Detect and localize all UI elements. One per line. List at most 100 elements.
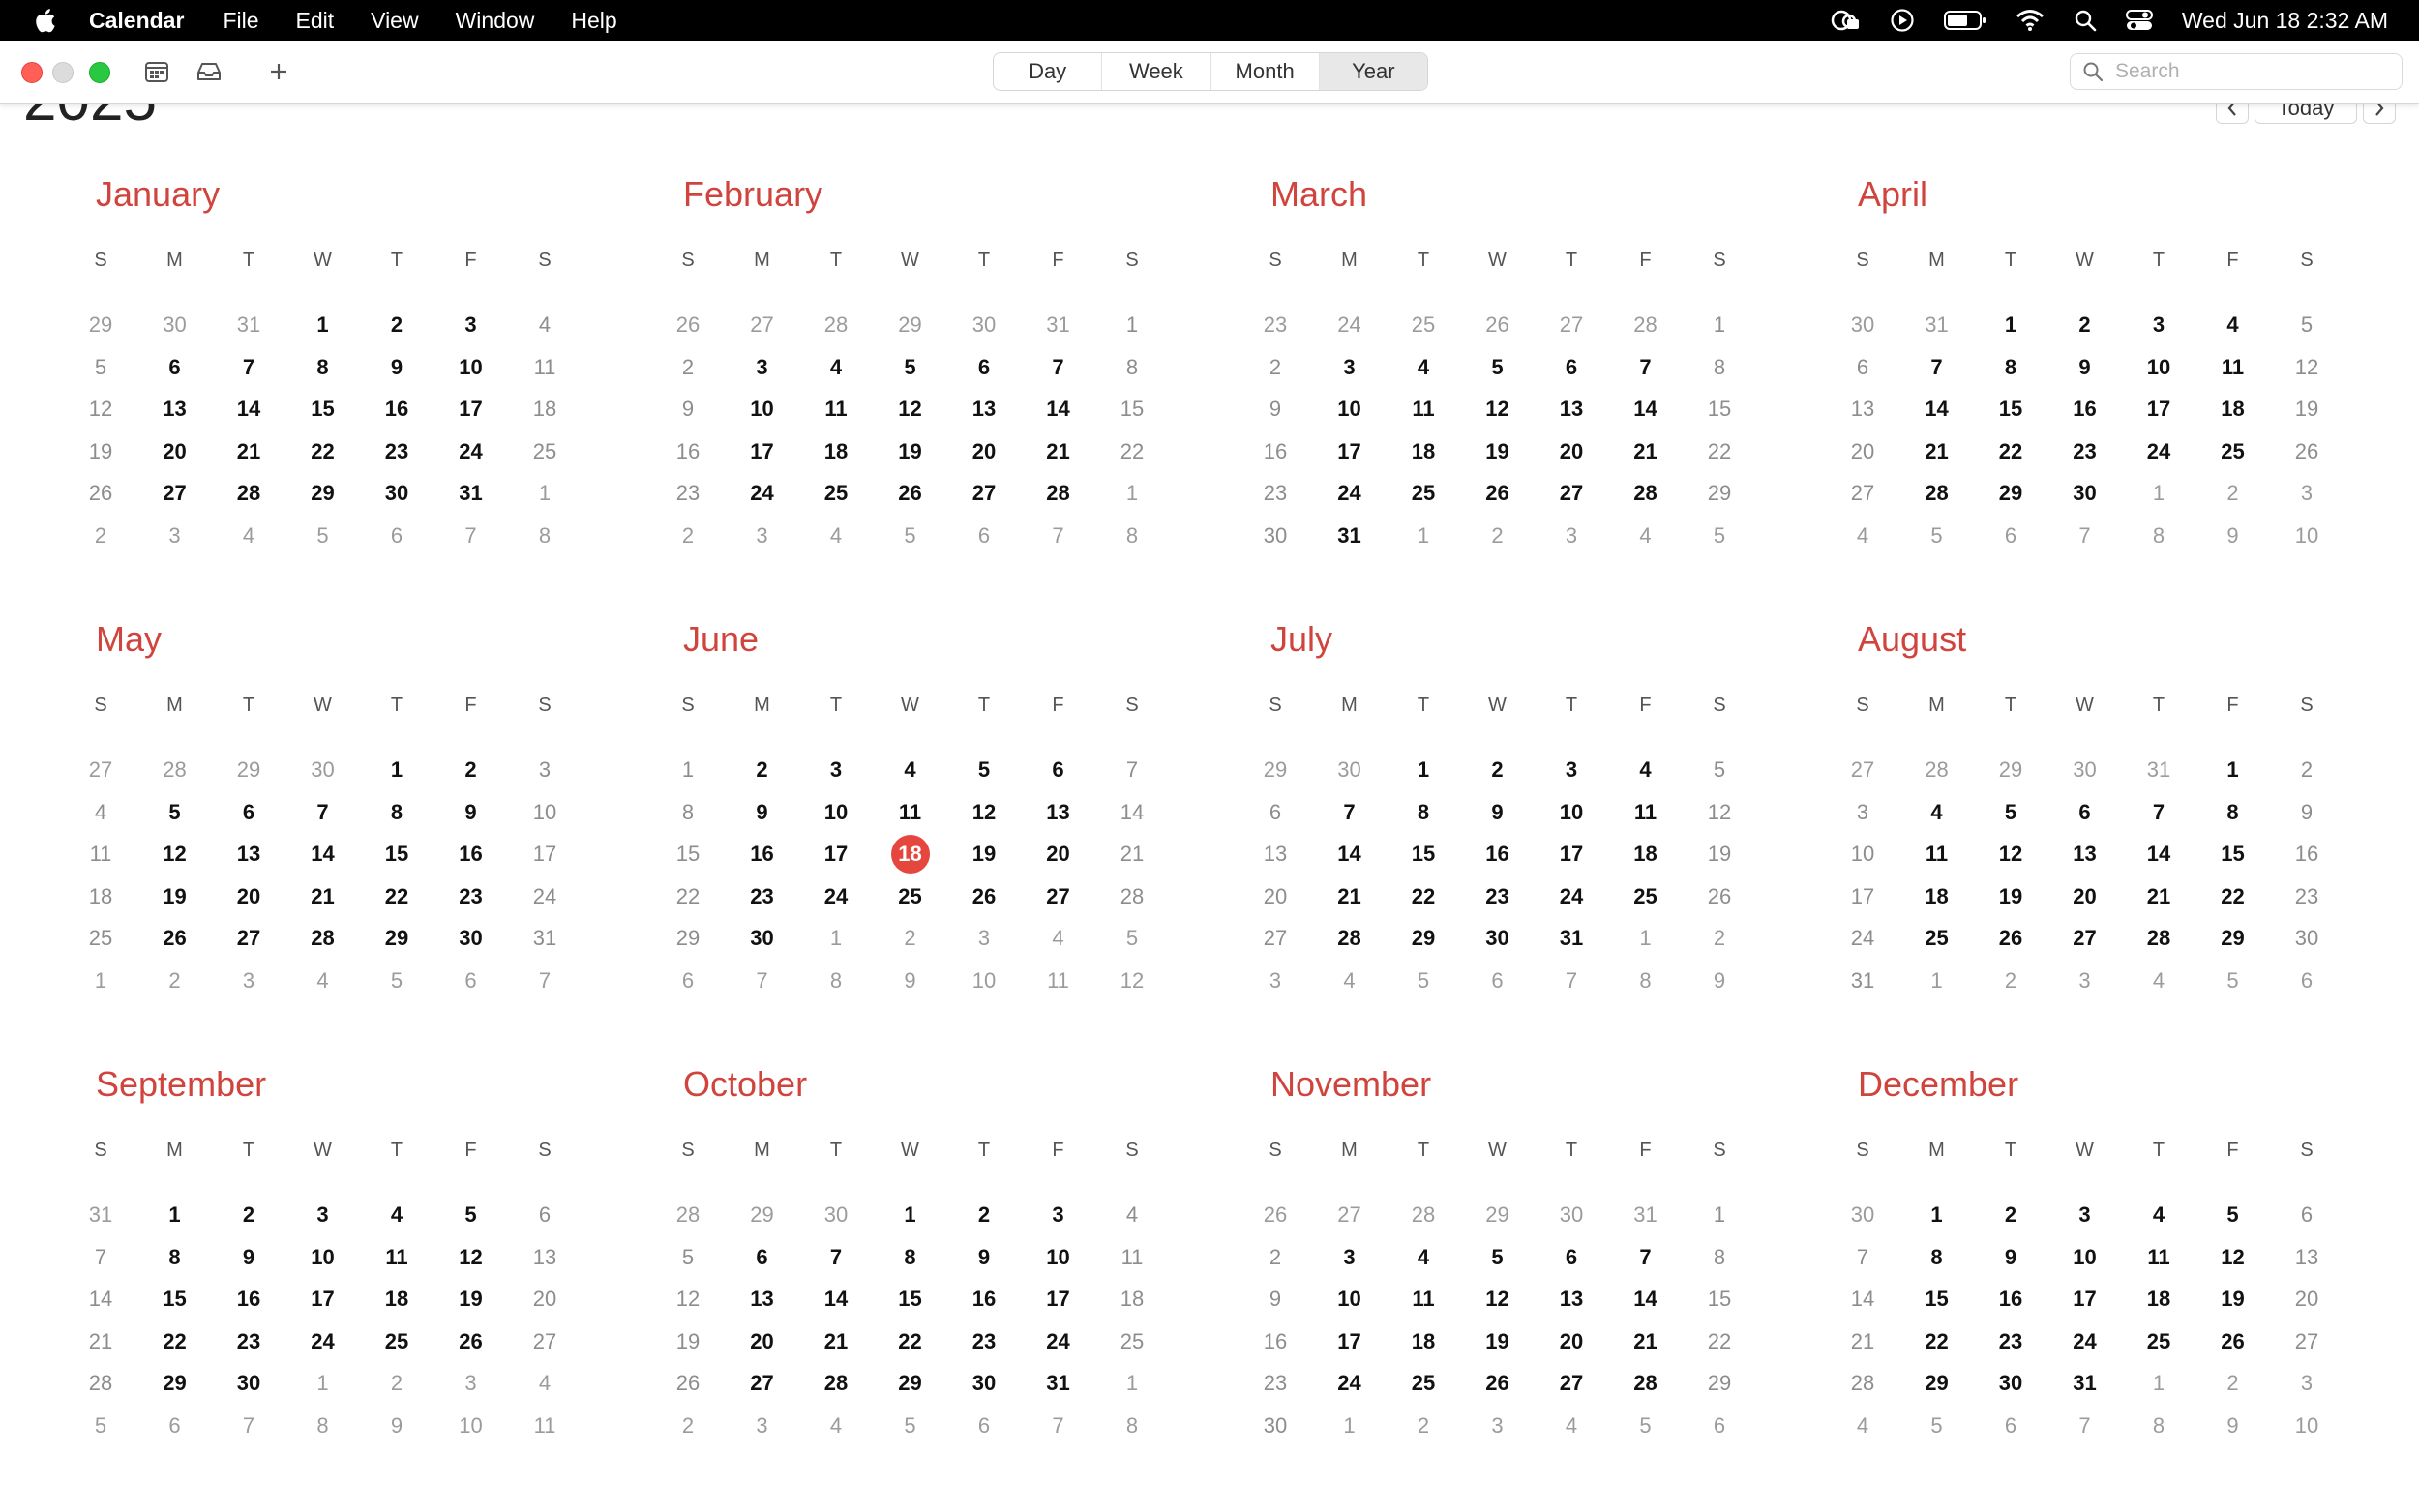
weekend-day[interactable]: 17 (521, 837, 569, 872)
month-day[interactable]: 4 (1913, 795, 1961, 830)
adjacent-month-day[interactable]: 9 (886, 964, 935, 998)
month-september[interactable]: September S M T W T F S 31 1 2 3 4 5 6 7 8 9 10 11 12 13 14 15 1… (89, 1064, 638, 1470)
adjacent-month-day[interactable]: 6 (664, 964, 712, 998)
weekend-day[interactable]: 18 (76, 879, 125, 914)
month-day[interactable]: 9 (447, 795, 495, 830)
month-day[interactable]: 16 (224, 1282, 273, 1317)
month-day[interactable]: 12 (447, 1240, 495, 1275)
month-day[interactable]: 24 (738, 476, 787, 511)
month-day[interactable]: 5 (447, 1198, 495, 1232)
adjacent-month-day[interactable]: 27 (738, 308, 787, 342)
month-day[interactable]: 24 (1326, 1366, 1374, 1401)
month-day[interactable]: 8 (1399, 795, 1448, 830)
adjacent-month-day[interactable]: 31 (1913, 308, 1961, 342)
weekend-day[interactable]: 9 (1251, 392, 1299, 427)
month-day[interactable]: 1 (886, 1198, 935, 1232)
weekend-day[interactable]: 24 (1838, 921, 1887, 956)
adjacent-month-day[interactable]: 2 (1986, 964, 2035, 998)
month-day[interactable]: 30 (960, 1366, 1008, 1401)
adjacent-month-day[interactable]: 2 (2209, 476, 2257, 511)
calendar-list-icon[interactable] (141, 57, 172, 86)
month-day[interactable]: 20 (151, 434, 199, 469)
adjacent-month-day[interactable]: 2 (886, 921, 935, 956)
month-day[interactable]: 29 (151, 1366, 199, 1401)
weekend-day[interactable]: 12 (664, 1282, 712, 1317)
adjacent-month-day[interactable]: 29 (1986, 753, 2035, 787)
month-day[interactable]: 17 (2061, 1282, 2109, 1317)
adjacent-month-day[interactable]: 3 (1474, 1408, 1522, 1443)
adjacent-month-day[interactable]: 1 (812, 921, 860, 956)
weekend-day[interactable]: 6 (1251, 795, 1299, 830)
month-day[interactable]: 29 (1913, 1366, 1961, 1401)
weekend-day[interactable]: 29 (664, 921, 712, 956)
month-day[interactable]: 10 (812, 795, 860, 830)
adjacent-month-day[interactable]: 9 (2209, 1408, 2257, 1443)
adjacent-month-day[interactable]: 6 (2283, 964, 2331, 998)
adjacent-month-day[interactable]: 1 (521, 476, 569, 511)
close-window-button[interactable] (21, 62, 43, 83)
weekend-day[interactable]: 1 (1108, 308, 1156, 342)
month-day[interactable]: 6 (738, 1240, 787, 1275)
month-day[interactable]: 22 (299, 434, 347, 469)
month-day[interactable]: 21 (299, 879, 347, 914)
month-day[interactable]: 16 (2061, 392, 2109, 427)
adjacent-month-day[interactable]: 3 (2061, 964, 2109, 998)
month-day[interactable]: 27 (224, 921, 273, 956)
month-day[interactable]: 3 (1326, 1240, 1374, 1275)
month-day[interactable]: 16 (447, 837, 495, 872)
weekend-day[interactable]: 2 (2283, 753, 2331, 787)
month-day[interactable]: 1 (151, 1198, 199, 1232)
month-day[interactable]: 15 (1399, 837, 1448, 872)
month-day[interactable]: 21 (1622, 434, 1670, 469)
adjacent-month-day[interactable]: 29 (1251, 753, 1299, 787)
month-day[interactable]: 25 (2135, 1324, 2183, 1359)
month-day[interactable]: 3 (447, 308, 495, 342)
adjacent-month-day[interactable]: 27 (1326, 1198, 1374, 1232)
month-day[interactable]: 24 (2061, 1324, 2109, 1359)
adjacent-month-day[interactable]: 4 (1547, 1408, 1596, 1443)
adjacent-month-day[interactable]: 7 (2061, 1408, 2109, 1443)
adjacent-month-day[interactable]: 11 (1034, 964, 1083, 998)
weekend-day[interactable]: 14 (76, 1282, 125, 1317)
month-february[interactable]: February S M T W T F S 26 27 28 29 30 31 1 2 3 4 5 6 7 8 9 10 11… (676, 174, 1225, 580)
month-day[interactable]: 30 (738, 921, 787, 956)
adjacent-month-day[interactable]: 2 (76, 519, 125, 553)
adjacent-month-day[interactable]: 8 (299, 1408, 347, 1443)
adjacent-month-day[interactable]: 8 (2135, 519, 2183, 553)
month-day[interactable]: 5 (960, 753, 1008, 787)
month-day[interactable]: 13 (738, 1282, 787, 1317)
month-day[interactable]: 13 (224, 837, 273, 872)
month-day[interactable]: 8 (1913, 1240, 1961, 1275)
month-day[interactable]: 31 (1326, 519, 1374, 553)
month-day[interactable]: 15 (2209, 837, 2257, 872)
adjacent-month-day[interactable]: 2 (1399, 1408, 1448, 1443)
month-day[interactable]: 13 (1547, 392, 1596, 427)
adjacent-month-day[interactable]: 8 (1108, 1408, 1156, 1443)
adjacent-month-day[interactable]: 6 (373, 519, 421, 553)
month-day[interactable]: 7 (812, 1240, 860, 1275)
month-august[interactable]: August S M T W T F S 27 28 29 30 31 1 2 3 4 5 6 7 8 9 10 11 12 13… (1851, 619, 2400, 1025)
month-day[interactable]: 6 (960, 350, 1008, 385)
month-day[interactable]: 26 (1474, 476, 1522, 511)
adjacent-month-day[interactable]: 10 (2283, 519, 2331, 553)
month-day[interactable]: 10 (299, 1240, 347, 1275)
adjacent-month-day[interactable]: 8 (1622, 964, 1670, 998)
adjacent-month-day[interactable]: 4 (812, 519, 860, 553)
month-day[interactable]: 21 (812, 1324, 860, 1359)
adjacent-month-day[interactable]: 5 (2209, 964, 2257, 998)
month-day[interactable]: 11 (1399, 1282, 1448, 1317)
adjacent-month-day[interactable]: 1 (1913, 964, 1961, 998)
adjacent-month-day[interactable]: 1 (1108, 476, 1156, 511)
month-day[interactable]: 10 (2061, 1240, 2109, 1275)
inbox-icon[interactable] (194, 57, 224, 86)
weekend-day[interactable]: 5 (2283, 308, 2331, 342)
adjacent-month-day[interactable]: 4 (812, 1408, 860, 1443)
tab-day[interactable]: Day (994, 53, 1103, 90)
month-day[interactable]: 18 (1913, 879, 1961, 914)
month-day[interactable]: 23 (960, 1324, 1008, 1359)
month-day[interactable]: 28 (812, 1366, 860, 1401)
month-day[interactable]: 26 (886, 476, 935, 511)
month-day[interactable]: 23 (1986, 1324, 2035, 1359)
month-day[interactable]: 30 (1986, 1366, 2035, 1401)
month-day[interactable]: 30 (2061, 476, 2109, 511)
